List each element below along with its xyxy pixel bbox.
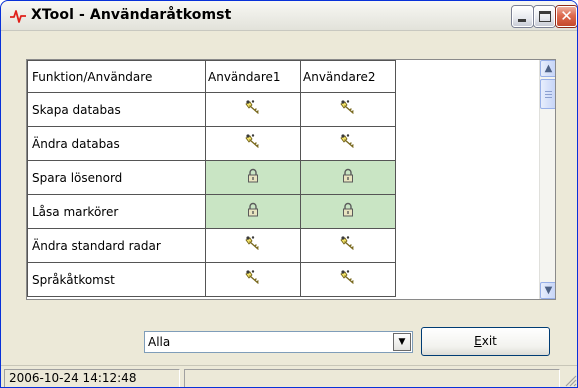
lock-icon (246, 168, 260, 187)
function-cell[interactable]: Språkåtkomst (27, 262, 206, 297)
key-icon (244, 270, 262, 290)
status-panel-empty (184, 369, 560, 387)
exit-button[interactable]: Exit (421, 327, 550, 356)
permission-cell[interactable] (300, 262, 396, 297)
column-header-function[interactable]: Funktion/Användare (27, 60, 206, 93)
resize-grip-icon[interactable] (565, 375, 577, 387)
scroll-up-button[interactable]: ▲ (540, 60, 555, 77)
main-window: XTool - Användaråtkomst ✕ Funktion/Använ… (0, 0, 578, 388)
status-bar: 2006-10-24 14:12:48 (1, 365, 577, 387)
minimize-icon (518, 19, 526, 22)
close-button[interactable]: ✕ (556, 6, 577, 27)
title-bar[interactable]: XTool - Användaråtkomst ✕ (1, 1, 577, 31)
key-icon (339, 100, 357, 120)
function-cell[interactable]: Ändra standard radar (27, 228, 206, 263)
permission-cell[interactable] (205, 160, 301, 195)
permission-cell[interactable] (205, 92, 301, 127)
maximize-button[interactable] (534, 6, 555, 27)
table-row[interactable]: Ändra databas (27, 126, 396, 161)
permissions-table: Funktion/Användare Användare1 Användare2… (27, 60, 396, 297)
permission-cell[interactable] (205, 262, 301, 297)
lock-icon (341, 168, 355, 187)
window-title: XTool - Användaråtkomst (31, 7, 232, 23)
function-cell[interactable]: Ändra databas (27, 126, 206, 161)
grip-line (545, 91, 552, 92)
grip-line (545, 97, 552, 98)
key-icon (244, 134, 262, 154)
table-row[interactable]: Låsa markörer (27, 194, 396, 229)
table-row[interactable]: Ändra standard radar (27, 228, 396, 263)
minimize-button[interactable] (512, 6, 533, 27)
permission-cell[interactable] (205, 194, 301, 229)
permission-cell[interactable] (300, 228, 396, 263)
lock-icon (341, 202, 355, 221)
grip-line (545, 94, 552, 95)
status-timestamp: 2006-10-24 14:12:48 (4, 369, 180, 387)
chevron-down-icon: ▼ (398, 337, 406, 347)
header-row: Funktion/Användare Användare1 Användare2 (27, 60, 396, 93)
scroll-down-button[interactable]: ▼ (540, 282, 555, 299)
key-icon (339, 134, 357, 154)
table-row[interactable]: Spara lösenord (27, 160, 396, 195)
vertical-scrollbar[interactable]: ▲ ▼ (539, 60, 555, 299)
permission-cell[interactable] (300, 126, 396, 161)
maximize-icon (539, 11, 551, 22)
exit-button-mnemonic: E (474, 334, 482, 348)
column-header-user1[interactable]: Användare1 (205, 60, 301, 93)
permission-cell[interactable] (300, 160, 396, 195)
user-filter-value: Alla (148, 335, 171, 349)
key-icon (244, 236, 262, 256)
scroll-thumb[interactable] (540, 79, 555, 109)
function-cell[interactable]: Spara lösenord (27, 160, 206, 195)
table-row[interactable]: Språkåtkomst (27, 262, 396, 297)
function-cell[interactable]: Skapa databas (27, 92, 206, 127)
function-cell[interactable]: Låsa markörer (27, 194, 206, 229)
key-icon (339, 236, 357, 256)
dropdown-toggle-button[interactable]: ▼ (393, 333, 411, 351)
exit-button-label: xit (481, 334, 497, 348)
chevron-up-icon: ▲ (544, 63, 553, 74)
key-icon (244, 100, 262, 120)
chevron-down-icon: ▼ (544, 285, 553, 296)
permission-cell[interactable] (300, 194, 396, 229)
lock-icon (246, 202, 260, 221)
close-icon: ✕ (560, 7, 573, 25)
key-icon (339, 270, 357, 290)
permissions-grid[interactable]: Funktion/Användare Användare1 Användare2… (26, 59, 556, 300)
column-header-user2[interactable]: Användare2 (300, 60, 396, 93)
permission-cell[interactable] (205, 228, 301, 263)
user-filter-select[interactable]: Alla ▼ (144, 331, 413, 353)
app-icon (10, 10, 26, 23)
table-row[interactable]: Skapa databas (27, 92, 396, 127)
permission-cell[interactable] (300, 92, 396, 127)
permission-cell[interactable] (205, 126, 301, 161)
